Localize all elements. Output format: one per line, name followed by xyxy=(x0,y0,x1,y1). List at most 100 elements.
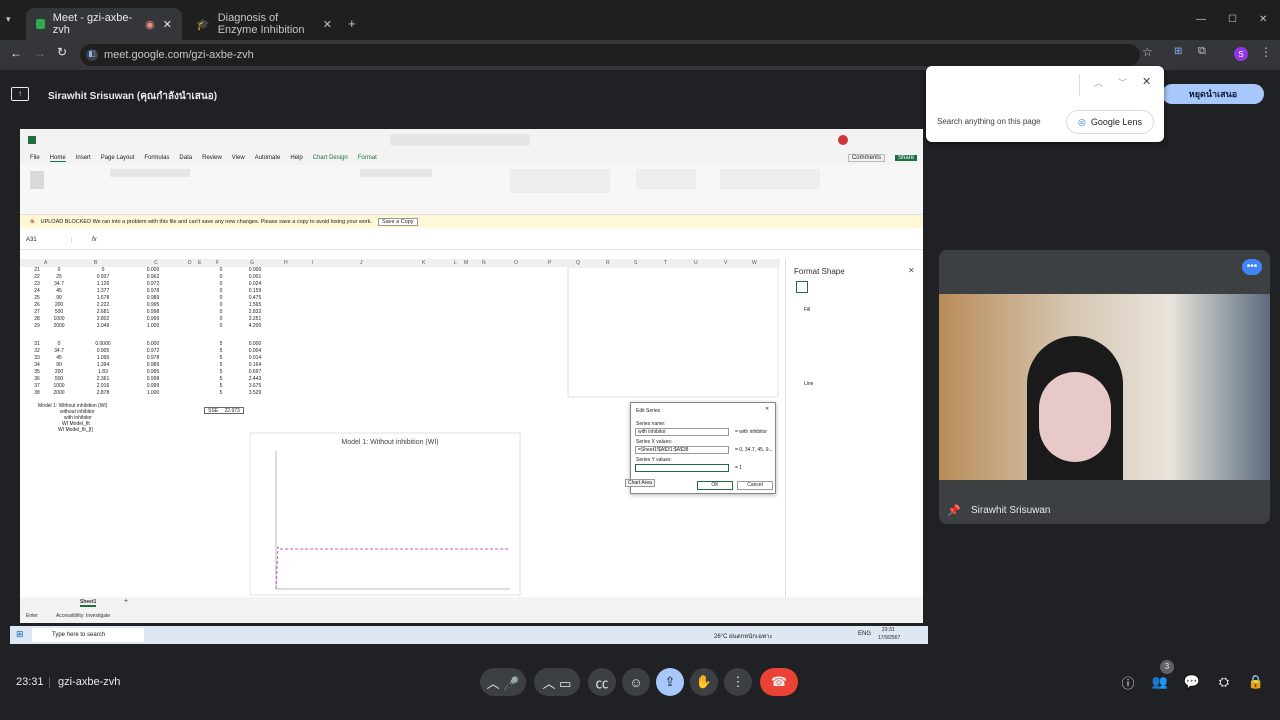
participant-tile[interactable]: ••• 📌 Sirawhit Srisuwan xyxy=(939,250,1270,524)
more-options-button[interactable]: ⋮ xyxy=(724,668,752,696)
back-icon[interactable]: ← xyxy=(10,46,22,60)
taskbar-search[interactable]: Type here to search xyxy=(32,628,144,642)
grid-cell[interactable]: 0 xyxy=(206,267,236,273)
column-header[interactable]: J xyxy=(360,260,363,266)
grid-cell[interactable]: 2.443 xyxy=(240,376,270,382)
grid-cell[interactable]: 3.675 xyxy=(240,383,270,389)
column-header[interactable]: U xyxy=(694,260,698,266)
grid-cell[interactable]: 0.972 xyxy=(138,348,168,354)
grid-cell[interactable]: 5 xyxy=(206,376,236,382)
maximize-icon[interactable]: ☐ xyxy=(1228,14,1237,25)
minimize-icon[interactable]: — xyxy=(1196,14,1206,25)
grid-cell[interactable]: 1.095 xyxy=(88,355,118,361)
grid-cell[interactable]: 2.222 xyxy=(88,302,118,308)
grid-cell[interactable]: 2000 xyxy=(44,390,74,396)
column-header[interactable]: A xyxy=(44,260,47,266)
column-header[interactable]: I xyxy=(312,260,313,266)
grid-cell[interactable]: 25 xyxy=(44,274,74,280)
column-header[interactable]: V xyxy=(724,260,727,266)
column-header[interactable]: T xyxy=(664,260,667,266)
grid-cell[interactable]: 1.000 xyxy=(138,323,168,329)
grid-cell[interactable]: 0.004 xyxy=(240,348,270,354)
series-x-input[interactable]: =Sheet1!$A$31:$A$38 xyxy=(635,446,729,454)
font-select[interactable] xyxy=(110,169,190,177)
series-name-input[interactable]: with inhibitor xyxy=(635,428,729,436)
grid-cell[interactable]: 0.697 xyxy=(240,369,270,375)
grid-cell[interactable]: 0 xyxy=(44,341,74,347)
grid-cell[interactable]: 34.7 xyxy=(44,348,74,354)
grid-cell[interactable]: 0.998 xyxy=(138,376,168,382)
grid-cell[interactable]: 0.999 xyxy=(138,316,168,322)
status-accessibility[interactable]: Accessibility: Investigate xyxy=(56,613,110,619)
grid-cell[interactable]: 0 xyxy=(206,302,236,308)
stop-presenting-button[interactable]: หยุดนำเสนอ xyxy=(1162,84,1264,104)
column-header[interactable]: N xyxy=(482,260,486,266)
tab-search-icon[interactable]: ▾ xyxy=(6,14,22,28)
grid-cell[interactable]: 0 xyxy=(206,281,236,287)
menu-formulas[interactable]: Formulas xyxy=(144,155,169,161)
bookmark-star-icon[interactable]: ☆ xyxy=(1142,45,1153,59)
grid-cell[interactable]: 2.832 xyxy=(240,309,270,315)
grid-cell[interactable]: 5 xyxy=(206,341,236,347)
grid-cell[interactable]: 1.565 xyxy=(240,302,270,308)
grid-cell[interactable]: 0 xyxy=(206,288,236,294)
pane-line-section[interactable]: Line xyxy=(804,381,813,387)
menu-automate[interactable]: Automate xyxy=(255,155,281,161)
present-button[interactable]: ⇪ xyxy=(656,668,684,696)
grid-cell[interactable]: 0 xyxy=(206,323,236,329)
grid-cell[interactable]: 1000 xyxy=(44,383,74,389)
grid-cell[interactable]: 0.998 xyxy=(138,309,168,315)
lang-indicator[interactable]: ENG xyxy=(858,631,871,637)
emoji-button[interactable]: ☺ xyxy=(622,668,650,696)
menu-home[interactable]: Home xyxy=(49,155,66,162)
grid-cell[interactable]: 0.000 xyxy=(138,341,168,347)
profile-avatar[interactable]: S xyxy=(1234,47,1248,61)
grid-cell[interactable]: 0.164 xyxy=(240,362,270,368)
captions-button[interactable]: ㏄ xyxy=(588,668,616,696)
translate-icon[interactable]: ⊞ xyxy=(1174,46,1182,57)
grid-cell[interactable]: 5 xyxy=(206,362,236,368)
menu-chart-design[interactable]: Chart Design xyxy=(313,155,348,161)
grid-cell[interactable]: 1.678 xyxy=(88,295,118,301)
grid-cell[interactable]: 200 xyxy=(44,302,74,308)
grid-cell[interactable]: 0.0000 xyxy=(88,341,118,347)
close-window-icon[interactable]: ✕ xyxy=(1259,14,1267,25)
grid-cell[interactable]: 1.377 xyxy=(88,288,118,294)
info-button[interactable]: ⓘ xyxy=(1114,668,1142,696)
column-header[interactable]: Q xyxy=(576,260,580,266)
editing-group[interactable] xyxy=(720,169,820,189)
tab-meet[interactable]: Meet - gzi-axbe-zvh ◉ ✕ xyxy=(26,8,182,40)
grid-cell[interactable]: 5 xyxy=(206,383,236,389)
paste-icon[interactable] xyxy=(30,171,44,189)
number-format-select[interactable] xyxy=(360,169,432,177)
grid-cell[interactable]: 2.681 xyxy=(88,309,118,315)
menu-file[interactable]: File xyxy=(30,155,40,161)
pane-fill-section[interactable]: Fill xyxy=(804,307,810,313)
find-prev-icon[interactable]: ︿ xyxy=(1094,76,1103,89)
grid-cell[interactable]: 0.999 xyxy=(138,383,168,389)
grid-cell[interactable]: 0.475 xyxy=(240,295,270,301)
grid-cell[interactable]: 5 xyxy=(206,348,236,354)
grid-cell[interactable]: 5 xyxy=(206,355,236,361)
scatter-chart-top[interactable] xyxy=(567,267,779,398)
sheet-tab[interactable]: Sheet1 xyxy=(80,599,97,607)
comments-button[interactable]: Comments xyxy=(847,154,885,162)
grid-cell[interactable]: 0.024 xyxy=(240,281,270,287)
forward-icon[interactable]: → xyxy=(34,46,46,60)
grid-cell[interactable]: 2000 xyxy=(44,323,74,329)
chart-box[interactable] xyxy=(249,432,521,596)
column-header[interactable]: G xyxy=(250,260,254,266)
share-button[interactable]: Share xyxy=(894,155,917,161)
ok-button[interactable]: OK xyxy=(697,481,733,490)
grid-cell[interactable]: 45 xyxy=(44,288,74,294)
grid-cell[interactable]: 1.000 xyxy=(138,390,168,396)
column-header[interactable]: B xyxy=(94,260,97,266)
menu-view[interactable]: View xyxy=(232,155,245,161)
cells-group[interactable] xyxy=(636,169,696,189)
grid-cell[interactable]: 0.978 xyxy=(138,288,168,294)
fill-line-tab-icon[interactable] xyxy=(796,281,808,293)
column-header[interactable]: C xyxy=(154,260,158,266)
grid-cell[interactable]: 0 xyxy=(44,267,74,273)
grid-cell[interactable]: 0 xyxy=(206,316,236,322)
grid-cell[interactable]: 90 xyxy=(44,362,74,368)
